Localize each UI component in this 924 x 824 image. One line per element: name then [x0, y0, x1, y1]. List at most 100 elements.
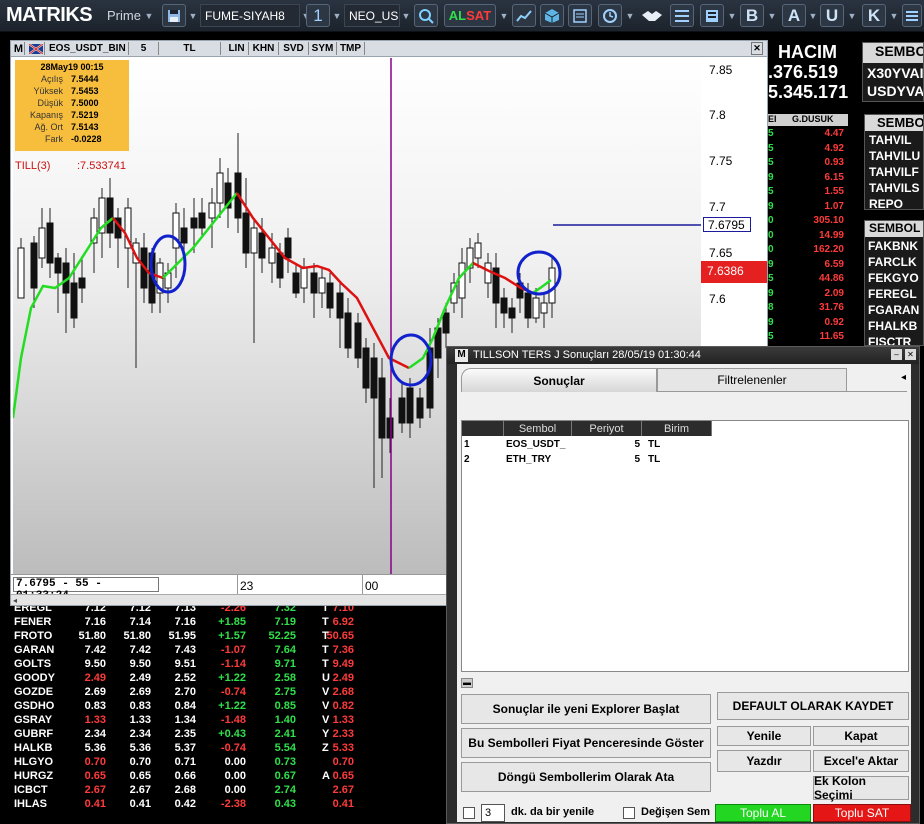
auto-refresh-checkbox[interactable] [463, 807, 475, 819]
close-icon[interactable]: ✕ [905, 349, 916, 360]
letter-u-button[interactable]: U [820, 4, 844, 27]
col-birim[interactable]: Birim [642, 421, 712, 436]
quote-row[interactable]: FENER 7.16 7.14 7.16 +1.85 7.19 6.92 T [10, 616, 450, 630]
dialog-titlebar[interactable]: M TILLSON TERS J Sonuçları 28/05/19 01:3… [447, 347, 919, 364]
g-dusuk-row[interactable]: 9 0.92 [768, 317, 848, 331]
list-icon[interactable] [670, 4, 694, 27]
quote-row[interactable]: HLGYO 0.70 0.70 0.71 0.00 0.73 0.70 [10, 756, 450, 770]
col-sembol[interactable]: Sembol [504, 421, 572, 436]
result-row[interactable]: 2 ETH_TRY 5 TL [462, 452, 712, 467]
sembol-item[interactable]: FAKBNK [868, 239, 918, 253]
g-dusuk-row[interactable]: 5 4.92 [768, 143, 848, 157]
g-dusuk-row[interactable]: 9 6.59 [768, 259, 848, 273]
g-dusuk-row[interactable]: 5 1.55 [768, 186, 848, 200]
sembol-item[interactable]: FHALKB [868, 319, 917, 333]
chevron-down-icon[interactable]: ▼ [400, 4, 412, 27]
g-dusuk-row[interactable]: 8 31.76 [768, 302, 848, 316]
default-kaydet-button[interactable]: DEFAULT OLARAK KAYDET [717, 692, 909, 720]
g-dusuk-row[interactable]: 5 11.65 [768, 331, 848, 340]
ek-kolon-button[interactable]: Ek Kolon Seçimi [813, 774, 909, 802]
quote-row[interactable]: GUBRF 2.34 2.34 2.35 +0.43 2.41 2.33 Y [10, 728, 450, 742]
chevron-down-icon[interactable]: ▼ [331, 4, 343, 27]
quote-row[interactable]: HALKB 5.36 5.36 5.37 -0.74 5.54 5.33 Z [10, 742, 450, 756]
chevron-down-icon[interactable]: ▼ [624, 4, 636, 27]
excel-button[interactable]: Excel'e Aktar [813, 750, 909, 772]
fiyat-penceresi-button[interactable]: Bu Sembolleri Fiyat Penceresinde Göster [461, 728, 711, 758]
results-grid[interactable]: Sembol Periyot Birim 1 EOS_USDT_ 5 TL 2 ETH_T… [461, 420, 909, 672]
yazdir-button[interactable]: Yazdır [717, 750, 811, 772]
toplu-sat-button[interactable]: Toplu SAT [813, 804, 911, 822]
sembol-item[interactable]: FEREGL [868, 287, 917, 301]
menu-icon[interactable] [902, 4, 922, 27]
yenile-button[interactable]: Yenile [717, 726, 811, 746]
tahvil-item[interactable]: TAHVILF [869, 165, 919, 179]
letter-a-button[interactable]: A [782, 4, 806, 27]
g-dusuk-row[interactable]: 5 0.93 [768, 157, 848, 171]
quote-row[interactable]: GSDHO 0.83 0.83 0.84 +1.22 0.85 0.82 V [10, 700, 450, 714]
g-dusuk-row[interactable]: 9 6.15 [768, 172, 848, 186]
quote-row[interactable]: GOZDE 2.69 2.69 2.70 -0.74 2.75 2.68 V [10, 686, 450, 700]
collapse-icon[interactable]: ▬ [461, 678, 473, 688]
scroll-left-icon[interactable]: ◂ [13, 596, 17, 605]
chevron-down-icon[interactable]: ▼ [766, 4, 778, 27]
mode-sym[interactable]: SYM [309, 42, 337, 55]
mode-lin[interactable]: LIN [225, 42, 249, 55]
tahvil-item[interactable]: REPO [869, 197, 903, 209]
tab-scroll-left-icon[interactable]: ◂ [901, 372, 906, 383]
col-periyot[interactable]: Periyot [572, 421, 642, 436]
refresh-minutes-input[interactable]: 3 [481, 804, 505, 822]
sembol-item[interactable]: FGARAN [868, 303, 919, 317]
tahvil-item[interactable]: TAHVILU [869, 149, 920, 163]
g-dusuk-row[interactable]: 0 162.20 [768, 244, 848, 258]
sembol-item[interactable]: FEKGYO [868, 271, 919, 285]
chart-icon[interactable] [512, 4, 536, 27]
cube-icon[interactable] [540, 4, 564, 27]
chevron-down-icon[interactable]: ▼ [187, 4, 199, 27]
quote-row[interactable]: FROTO 51.80 51.80 51.95 +1.57 52.25 50.65 T [10, 630, 450, 644]
chevron-down-icon[interactable]: ▼ [807, 4, 819, 27]
dongu-sembol-button[interactable]: Döngü Sembollerim Olarak Ata [461, 762, 711, 792]
chevron-down-icon[interactable]: ▼ [888, 4, 900, 27]
clock-icon[interactable] [598, 4, 622, 27]
chevron-down-icon[interactable]: ▼ [846, 4, 858, 27]
symbol-select[interactable]: NEO_USD [344, 4, 400, 27]
g-dusuk-row[interactable]: 9 2.09 [768, 288, 848, 302]
tab-sonuclar[interactable]: Sonuçlar [461, 368, 657, 392]
quote-row[interactable]: EREGL 7.12 7.12 7.13 -2.26 7.32 7.10 T [10, 606, 450, 616]
quote-row[interactable]: HURGZ 0.65 0.65 0.66 0.00 0.67 0.65 A [10, 770, 450, 784]
minimize-icon[interactable]: – [891, 349, 902, 360]
sembol-item[interactable]: USDYVA [867, 83, 923, 99]
sembol-item[interactable]: FARCLK [868, 255, 917, 269]
alsat-button[interactable]: AL SAT [444, 4, 496, 27]
chart-period[interactable]: 5 [129, 42, 159, 55]
g-dusuk-row[interactable]: 5 4.47 [768, 128, 848, 142]
zoom-search-icon[interactable] [414, 4, 438, 27]
layout-number[interactable]: 1 [306, 4, 330, 27]
handshake-icon[interactable] [638, 4, 666, 27]
letter-b-button[interactable]: B [740, 4, 764, 27]
g-dusuk-row[interactable]: 9 1.07 [768, 201, 848, 215]
chevron-down-icon[interactable]: ▼ [143, 4, 155, 27]
template-select[interactable]: FUME-SIYAH8 [200, 4, 300, 27]
sembol-item[interactable]: FISCTR [868, 335, 911, 345]
mode-svd[interactable]: SVD [279, 42, 309, 55]
mode-tmp[interactable]: TMP [337, 42, 365, 55]
tahvil-item[interactable]: TAHVIL [869, 133, 911, 147]
tab-filtrelenenler[interactable]: Filtrelenenler [657, 368, 847, 392]
chart-currency[interactable]: TL [159, 42, 221, 55]
quote-row[interactable]: ICBCT 2.67 2.67 2.68 0.00 2.74 2.67 [10, 784, 450, 798]
report-icon[interactable] [700, 4, 724, 27]
mode-khn[interactable]: KHN [249, 42, 279, 55]
explorer-button[interactable]: Sonuçlar ile yeni Explorer Başlat [461, 694, 711, 724]
chart-symbol[interactable]: EOS_USDT_BIN [47, 42, 129, 55]
quote-row[interactable]: GARAN 7.42 7.42 7.43 -1.07 7.64 7.36 T [10, 644, 450, 658]
news-icon[interactable] [568, 4, 592, 27]
quote-row[interactable]: GOLTS 9.50 9.50 9.51 -1.14 9.71 9.49 T [10, 658, 450, 672]
kapat-button[interactable]: Kapat [813, 726, 909, 746]
degisen-checkbox[interactable] [623, 807, 635, 819]
chart-menu-icon[interactable]: M [13, 42, 25, 55]
quote-row[interactable]: IHLAS 0.41 0.41 0.42 -2.38 0.43 0.41 [10, 798, 450, 812]
quote-row[interactable]: GSRAY 1.33 1.33 1.34 -1.48 1.40 1.33 V [10, 714, 450, 728]
g-dusuk-row[interactable]: 5 44.86 [768, 273, 848, 287]
letter-k-button[interactable]: K [862, 4, 886, 27]
